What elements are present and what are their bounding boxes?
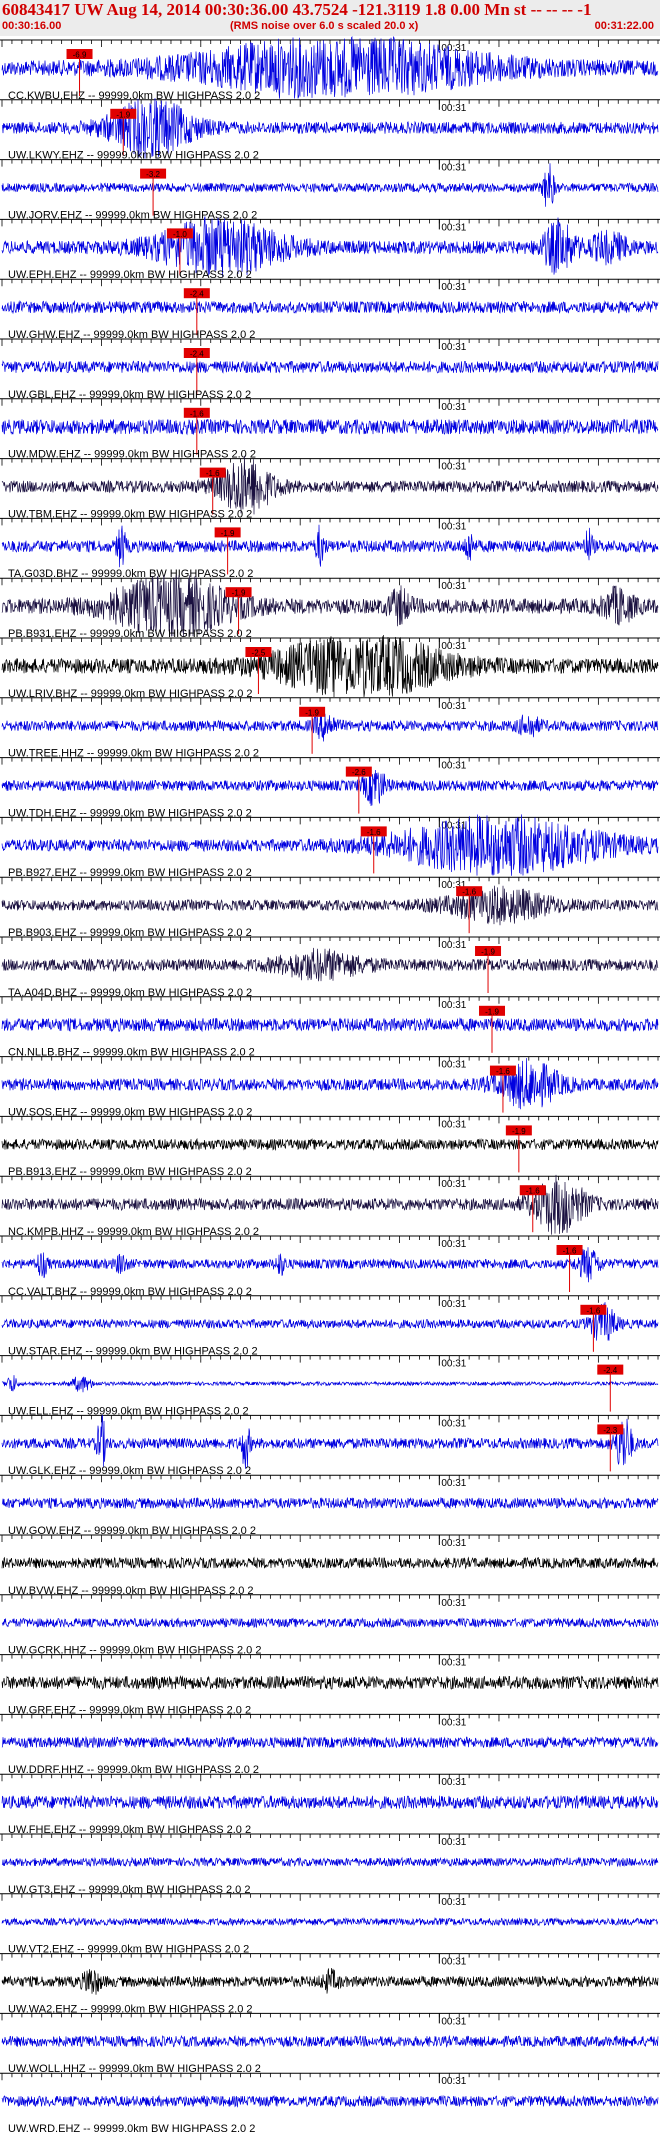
- waveform-trace: [1, 360, 659, 374]
- waveform-trace: [1, 1916, 659, 1927]
- minute-label: 00:31: [441, 1598, 466, 1609]
- waveform-trace: [1, 1556, 659, 1570]
- minute-label: 00:31: [441, 940, 466, 951]
- waveform-trace: [1, 1302, 659, 1341]
- waveform-trace: [1, 885, 659, 926]
- pick-label: -2.3: [603, 1426, 617, 1435]
- waveform-trace: [1, 1414, 659, 1469]
- waveform-trace: [1, 710, 659, 742]
- minute-label: 00:31: [441, 1179, 466, 1190]
- minute-label: 00:31: [441, 1538, 466, 1549]
- start-time: 00:30:16.00: [2, 20, 62, 32]
- waveform-trace: [1, 1675, 659, 1691]
- waveform-trace: [1, 524, 659, 568]
- waveform-trace: [1, 1137, 659, 1152]
- waveform-trace: [1, 163, 659, 207]
- minute-label: 00:31: [441, 1119, 466, 1130]
- pick-label: -1.6: [586, 1306, 600, 1315]
- waveform-trace: [1, 1856, 659, 1868]
- minute-label: 00:31: [441, 1658, 466, 1669]
- minute-label: 00:31: [441, 1717, 466, 1728]
- minute-label: 00:31: [441, 1060, 466, 1071]
- waveform-trace: [1, 2034, 659, 2048]
- waveform-trace: [1, 768, 659, 807]
- minute-label: 00:31: [441, 43, 466, 54]
- waveform-trace: [1, 1058, 659, 1110]
- pick-label: -1.9: [512, 1127, 526, 1136]
- minute-label: 00:31: [441, 2076, 466, 2087]
- minute-label: 00:31: [441, 1299, 466, 1310]
- minute-label: 00:31: [441, 402, 466, 413]
- waveform-trace: [1, 1496, 659, 1510]
- minute-label: 00:31: [441, 701, 466, 712]
- minute-label: 00:31: [441, 2016, 466, 2027]
- minute-label: 00:31: [441, 641, 466, 652]
- minute-label: 00:31: [441, 521, 466, 532]
- minute-label: 00:31: [441, 103, 466, 114]
- waveform-trace: [1, 216, 659, 277]
- event-title: 60843417 UW Aug 14, 2014 00:30:36.00 43.…: [2, 0, 592, 19]
- pick-label: -1.6: [206, 469, 220, 478]
- pick-label: -2.5: [252, 649, 266, 658]
- minute-label: 00:31: [441, 342, 466, 353]
- channel-label: UW.WRD.EHZ -- 99999.0km BW HIGHPASS 2.0 …: [8, 2123, 255, 2135]
- waveform-trace: [1, 299, 659, 315]
- pick-label: -1.6: [526, 1187, 540, 1196]
- minute-label: 00:31: [441, 1239, 466, 1250]
- pick-label: -2.4: [603, 1366, 617, 1375]
- scale-subtitle: (RMS noise over 6.0 s scaled 20.0 x): [230, 20, 419, 32]
- pick-label: -1.6: [462, 888, 476, 897]
- waveform-trace: [1, 1617, 659, 1629]
- pick-label: -1.9: [485, 1007, 499, 1016]
- waveform-trace: [1, 418, 659, 436]
- minute-label: 00:31: [441, 1897, 466, 1908]
- pick-label: -1.9: [232, 589, 246, 598]
- minute-label: 00:31: [441, 1478, 466, 1489]
- waveform-trace: [1, 1375, 659, 1393]
- minute-label: 00:31: [441, 1777, 466, 1788]
- minute-label: 00:31: [441, 761, 466, 772]
- pick-label: -1.9: [481, 948, 495, 957]
- minute-label: 00:31: [441, 1000, 466, 1011]
- minute-label: 00:31: [441, 1837, 466, 1848]
- pick-label: -1.6: [496, 1067, 510, 1076]
- minute-label: 00:31: [441, 581, 466, 592]
- waveform-trace: [1, 2094, 659, 2108]
- pick-label: -1.9: [305, 708, 319, 717]
- pick-label: -1.9: [116, 110, 130, 119]
- waveform-trace: [1, 947, 659, 982]
- pick-label: -2.4: [190, 290, 204, 299]
- pick-label: -2.6: [352, 768, 366, 777]
- pick-label: -1.6: [367, 828, 381, 837]
- waveform-trace: [1, 1017, 659, 1033]
- minute-label: 00:31: [441, 222, 466, 233]
- waveform-trace: [1, 1794, 659, 1810]
- end-time: 00:31:22.00: [594, 20, 654, 32]
- minute-label: 00:31: [441, 1957, 466, 1968]
- waveform-trace: [1, 455, 659, 515]
- minute-label: 00:31: [441, 282, 466, 293]
- minute-label: 00:31: [441, 163, 466, 174]
- pick-label: -2.4: [190, 350, 204, 359]
- pick-label: -3.2: [146, 170, 160, 179]
- seismogram-plot: 00:31-6.9CC.KWBU.EHZ -- 99999.0km BW HIG…: [0, 36, 660, 2135]
- waveform-trace: [1, 1967, 659, 1995]
- pick-label: -1.0: [173, 230, 187, 239]
- pick-label: -1.9: [221, 529, 235, 538]
- pick-label: -1.6: [190, 409, 204, 418]
- plot-header: 60843417 UW Aug 14, 2014 00:30:36.00 43.…: [0, 0, 660, 36]
- minute-label: 00:31: [441, 1359, 466, 1370]
- minute-label: 00:31: [441, 462, 466, 473]
- pick-label: -6.9: [73, 51, 87, 60]
- minute-label: 00:31: [441, 1418, 466, 1429]
- waveform-trace: [1, 1735, 659, 1749]
- pick-label: -1.6: [563, 1247, 577, 1256]
